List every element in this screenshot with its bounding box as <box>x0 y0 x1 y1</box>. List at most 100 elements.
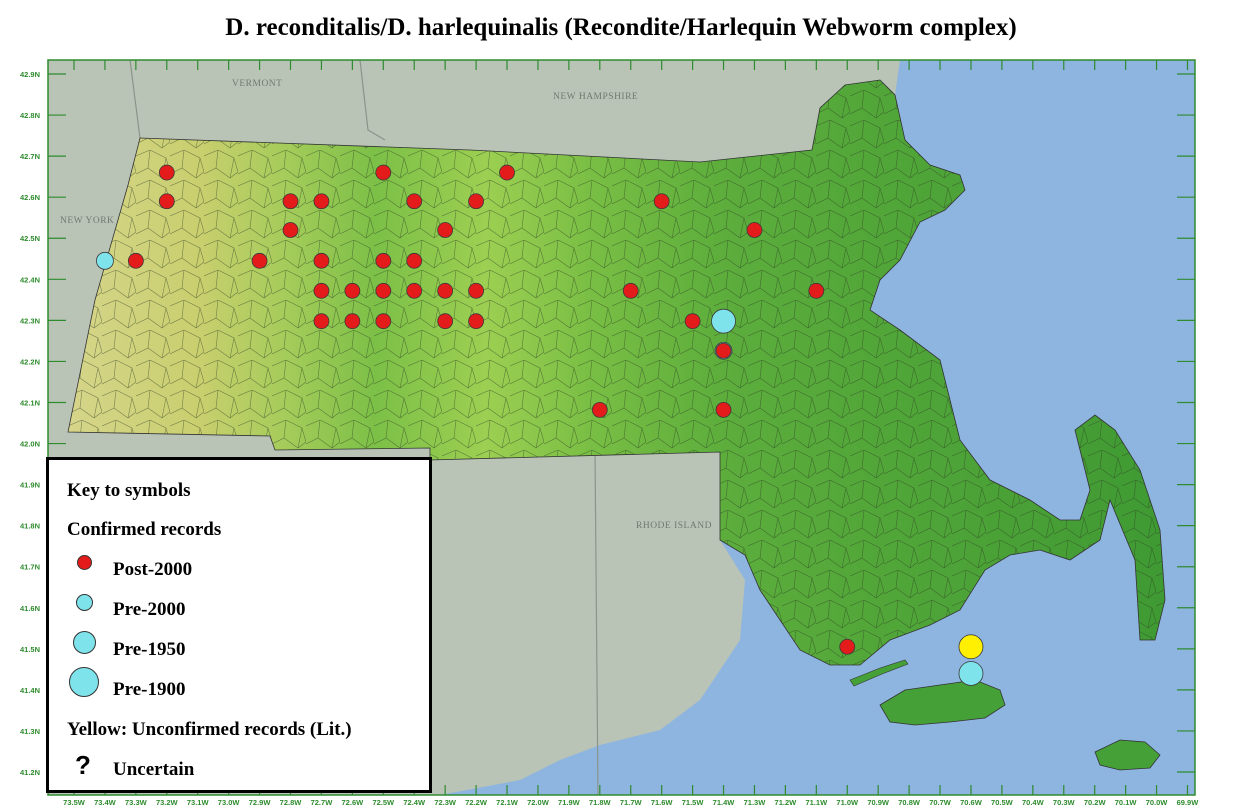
lon-label: 70.1W <box>1115 798 1138 807</box>
record-post2000 <box>158 164 175 181</box>
state-label-new-hampshire: NEW HAMPSHIRE <box>553 92 638 102</box>
lon-label: 69.9W <box>1177 798 1200 807</box>
record-post2000 <box>127 252 144 269</box>
legend-symbol-post2000 <box>77 555 92 570</box>
lon-label: 72.0W <box>527 798 550 807</box>
record-post2000 <box>313 252 330 269</box>
record-post2000 <box>375 313 392 330</box>
record-post2000 <box>344 313 361 330</box>
lon-label: 72.7W <box>311 798 334 807</box>
legend-label-pre1900: Pre-1900 <box>113 679 186 700</box>
lon-label: 70.3W <box>1053 798 1076 807</box>
record-post2000 <box>746 222 763 238</box>
record-post2000 <box>406 252 423 269</box>
lon-label: 71.2W <box>775 798 798 807</box>
record-post2000 <box>808 282 825 299</box>
record-post2000 <box>499 164 515 181</box>
lon-label: 72.1W <box>496 798 519 807</box>
lat-label: 41.8N <box>20 522 40 531</box>
lon-label: 70.8W <box>898 798 921 807</box>
legend: Key to symbols Confirmed records Post-20… <box>46 457 432 793</box>
state-label-new-york: NEW YORK <box>60 216 114 226</box>
record-post2000 <box>344 282 361 299</box>
lat-label: 42.7N <box>20 152 40 161</box>
lat-label: 42.1N <box>20 398 40 407</box>
record-post2000 <box>437 282 454 299</box>
lon-label: 70.0W <box>1146 798 1169 807</box>
record-post2000 <box>251 252 268 269</box>
lon-label: 70.5W <box>991 798 1014 807</box>
record-post2000 <box>715 401 732 418</box>
legend-symbol-pre1900 <box>69 667 99 697</box>
record-post2000 <box>622 282 639 299</box>
lon-label: 71.7W <box>620 798 643 807</box>
record-post2000 <box>282 193 299 210</box>
lon-label: 72.4W <box>403 798 426 807</box>
lat-label: 42.0N <box>20 440 40 449</box>
record-pre1950 <box>711 308 736 334</box>
record-post2000 <box>839 638 856 655</box>
record-post2000 <box>375 282 392 299</box>
legend-unconfirmed: Yellow: Unconfirmed records (Lit.) <box>67 719 352 740</box>
lon-label: 73.4W <box>94 798 117 807</box>
lon-label: 73.0W <box>218 798 241 807</box>
lon-label: 72.8W <box>280 798 303 807</box>
record-pre1950 <box>958 661 984 686</box>
record-post2000 <box>158 193 175 210</box>
lat-label: 41.3N <box>20 727 40 736</box>
record-post2000 <box>653 193 670 210</box>
lon-label: 71.1W <box>805 798 828 807</box>
lon-label: 72.6W <box>342 798 365 807</box>
lat-label: 42.9N <box>20 70 40 79</box>
lon-label: 73.3W <box>125 798 148 807</box>
record-post2000 <box>468 313 484 330</box>
record-post2000 <box>684 313 701 330</box>
record-post2000 <box>591 401 608 418</box>
lon-label: 70.2W <box>1084 798 1107 807</box>
record-pre2000 <box>96 251 114 270</box>
record-post2000 <box>437 222 454 238</box>
record-post2000 <box>313 282 330 299</box>
lat-label: 42.4N <box>20 275 40 284</box>
lat-label: 41.9N <box>20 481 40 490</box>
legend-label-post2000: Post-2000 <box>113 559 193 580</box>
record-post2000 <box>375 164 392 181</box>
lon-label: 70.4W <box>1022 798 1045 807</box>
legend-uncertain-label: Uncertain <box>113 759 195 780</box>
lat-label: 42.8N <box>20 111 40 120</box>
lon-label: 72.3W <box>434 798 457 807</box>
lat-label: 42.2N <box>20 357 40 366</box>
lon-label: 70.7W <box>929 798 952 807</box>
lon-label: 71.6W <box>651 798 674 807</box>
lat-label: 42.3N <box>20 316 40 325</box>
lon-label: 70.6W <box>960 798 983 807</box>
state-label-rhode-island: RHODE ISLAND <box>636 521 712 531</box>
lon-label: 72.2W <box>465 798 488 807</box>
lon-label: 72.5W <box>372 798 395 807</box>
lat-label: 41.4N <box>20 686 40 695</box>
lat-label: 41.7N <box>20 563 40 572</box>
record-post2000 <box>406 282 423 299</box>
record-post2000 <box>437 313 454 330</box>
state-label-vermont: VERMONT <box>232 79 282 89</box>
lon-label: 73.5W <box>63 798 86 807</box>
lon-label: 70.9W <box>867 798 890 807</box>
lon-label: 71.0W <box>836 798 859 807</box>
legend-label-pre1950: Pre-1950 <box>113 639 186 660</box>
lat-label: 42.6N <box>20 193 40 202</box>
lon-label: 71.8W <box>589 798 612 807</box>
lon-label: 71.3W <box>744 798 767 807</box>
record-post2000 <box>468 193 484 210</box>
legend-symbol-pre1950 <box>73 631 96 654</box>
lat-label: 41.5N <box>20 645 40 654</box>
record-post2000 <box>715 342 732 359</box>
record-post2000 <box>282 222 299 238</box>
record-post2000 <box>406 193 423 210</box>
legend-confirmed-title: Confirmed records <box>67 519 222 540</box>
record-post2000 <box>313 313 330 330</box>
record-post2000 <box>313 193 330 210</box>
lon-label: 73.2W <box>156 798 179 807</box>
record-post2000 <box>468 282 484 299</box>
lat-label: 41.2N <box>20 768 40 777</box>
record-post2000 <box>375 252 392 269</box>
